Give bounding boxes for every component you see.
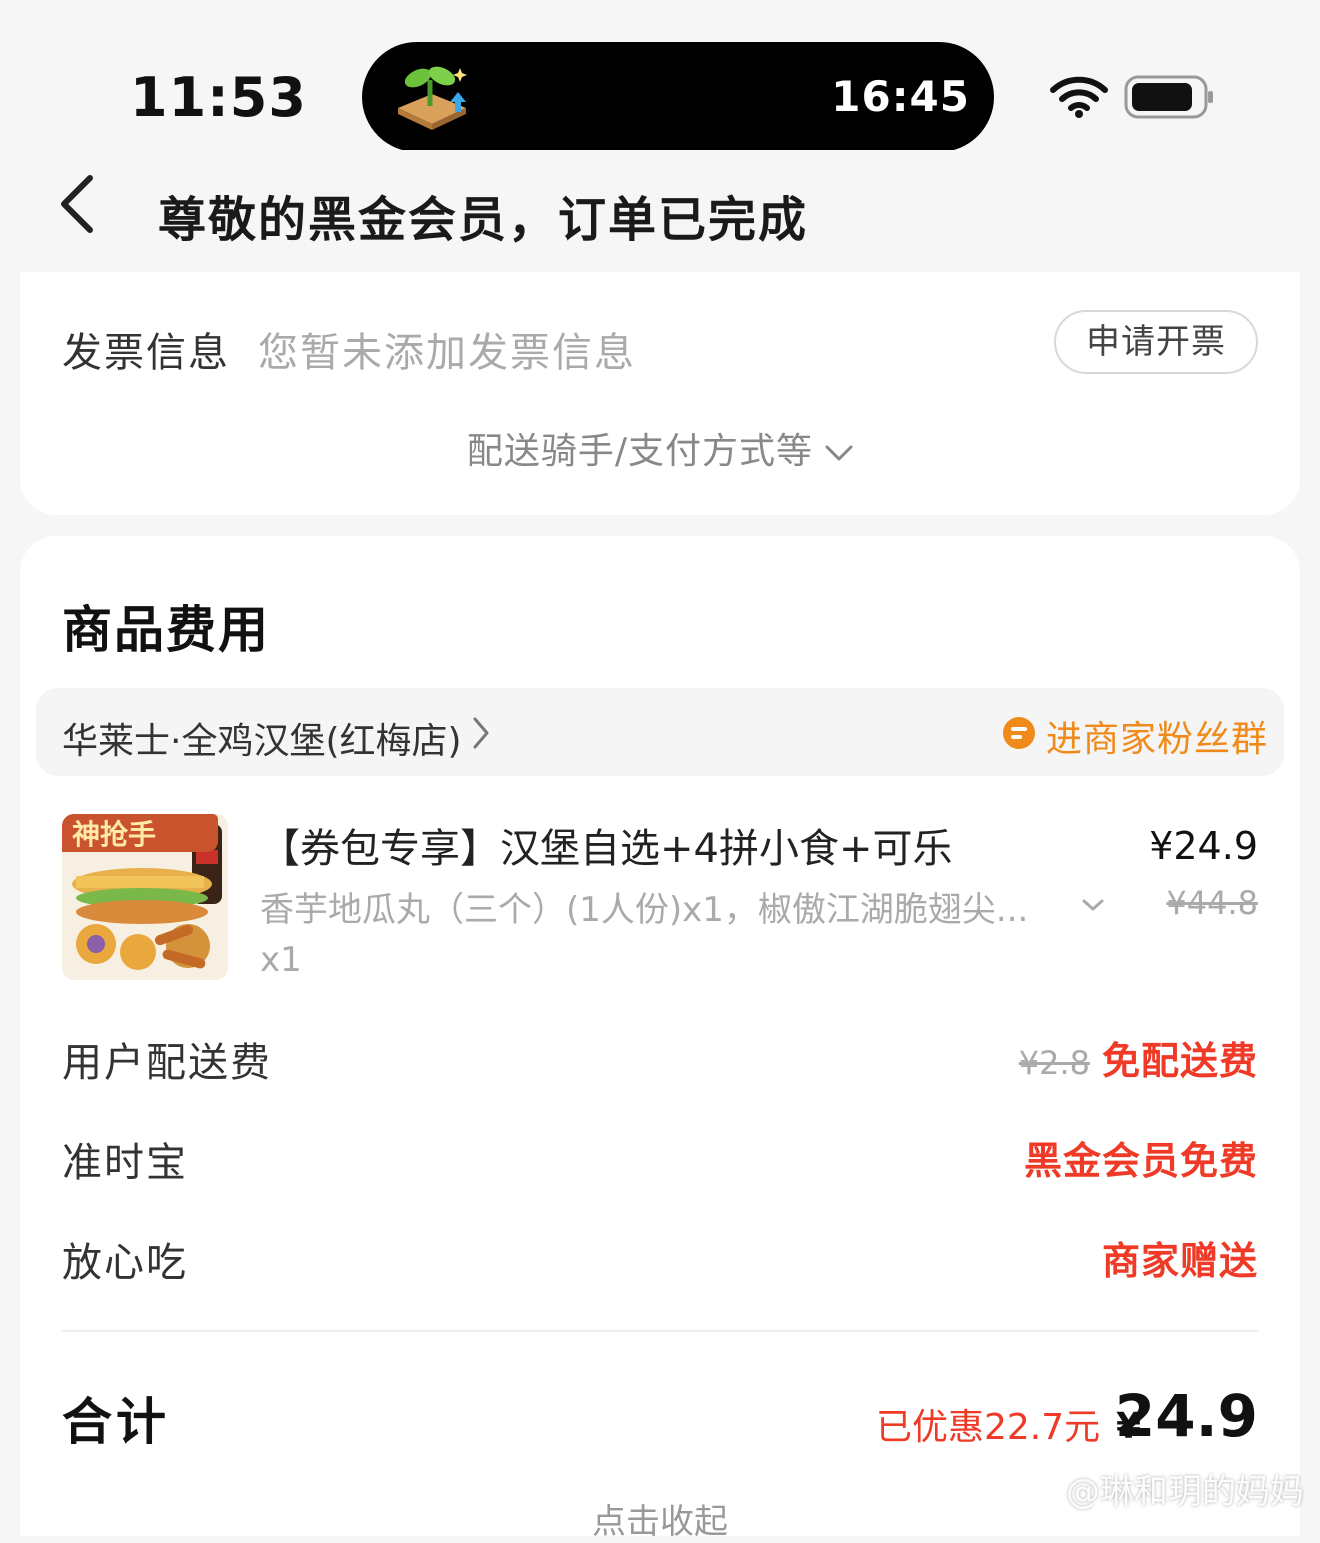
fee-label: 放心吃 xyxy=(62,1240,188,1286)
page-title: 尊敬的黑金会员，订单已完成 xyxy=(158,192,809,248)
product-fees-card: 商品费用 华莱士·全鸡汉堡(红梅店) 进商家粉丝群 神抢手 【券包专享】汉堡自选… xyxy=(20,536,1300,1542)
watermark: @琳和玥的妈妈 xyxy=(1016,1464,1304,1513)
product-original-price: ¥44.8 xyxy=(1166,884,1258,922)
fee-original-price: ¥2.8 xyxy=(1018,1044,1090,1082)
product-price: ¥24.9 xyxy=(1149,824,1258,868)
promo-badge-text: 神抢手 xyxy=(72,818,156,851)
total-discount: 已优惠22.7元 xyxy=(876,1407,1101,1448)
order-info-card: 发票信息 您暂未添加发票信息 申请开票 配送骑手/支付方式等 xyxy=(20,272,1300,515)
fee-status: 免配送费 xyxy=(1101,1039,1258,1083)
expand-details-toggle[interactable]: 配送骑手/支付方式等 xyxy=(20,422,1300,474)
fan-group-link[interactable]: 进商家粉丝群 xyxy=(1046,710,1268,762)
status-bar: 11:53 16:45 xyxy=(0,0,1320,152)
apply-invoice-button[interactable]: 申请开票 xyxy=(1054,310,1258,374)
product-name: 【券包专享】汉堡自选+4拼小食+可乐 xyxy=(260,826,953,872)
chevron-down-icon[interactable] xyxy=(1082,898,1104,912)
watermark-text: @琳和玥的妈妈 xyxy=(1066,1472,1304,1512)
back-arrow-icon[interactable] xyxy=(56,172,102,236)
product-spec[interactable]: 香芋地瓜丸（三个）(1人份)x1，椒傲江湖脆翅尖... xyxy=(260,882,1050,931)
chevron-right-icon[interactable] xyxy=(472,716,490,750)
delivery-fee-row: 用户配送费 ¥2.8 免配送费 xyxy=(62,1030,1258,1090)
fee-label: 准时宝 xyxy=(62,1140,188,1186)
chat-bubble-icon xyxy=(1003,717,1035,749)
on-time-guarantee-row: 准时宝 黑金会员免费 xyxy=(62,1130,1258,1190)
divider xyxy=(62,1330,1258,1332)
fee-label: 用户配送费 xyxy=(62,1040,272,1086)
wifi-icon xyxy=(1050,76,1108,118)
weibo-logo-icon xyxy=(1017,1480,1060,1510)
island-time: 16:45 xyxy=(831,72,970,121)
product-quantity: x1 xyxy=(260,940,302,980)
store-name-link[interactable]: 华莱士·全鸡汉堡(红梅店) xyxy=(62,712,462,764)
product-image[interactable]: 神抢手 xyxy=(62,814,228,980)
expand-details-label: 配送骑手/支付方式等 xyxy=(466,431,814,472)
total-amount: 24.9 xyxy=(1114,1382,1258,1450)
dynamic-island[interactable]: 16:45 xyxy=(362,42,994,152)
sprout-app-icon xyxy=(398,66,467,130)
fee-status: 商家赠送 xyxy=(1101,1239,1258,1283)
chevron-down-icon xyxy=(825,445,853,461)
nav-header: 尊敬的黑金会员，订单已完成 xyxy=(0,150,1320,272)
fee-status: 黑金会员免费 xyxy=(1023,1139,1258,1183)
fee-value: ¥2.8 免配送费 xyxy=(1019,1030,1258,1085)
section-title: 商品费用 xyxy=(62,601,270,659)
battery-icon xyxy=(1124,75,1213,119)
total-label: 合计 xyxy=(62,1393,170,1451)
invoice-value: 您暂未添加发票信息 xyxy=(258,330,636,376)
invoice-label: 发票信息 xyxy=(62,330,230,376)
status-time: 11:53 xyxy=(130,66,307,129)
food-safety-row: 放心吃 商家赠送 xyxy=(62,1230,1258,1290)
store-bar: 华莱士·全鸡汉堡(红梅店) 进商家粉丝群 xyxy=(36,688,1284,776)
